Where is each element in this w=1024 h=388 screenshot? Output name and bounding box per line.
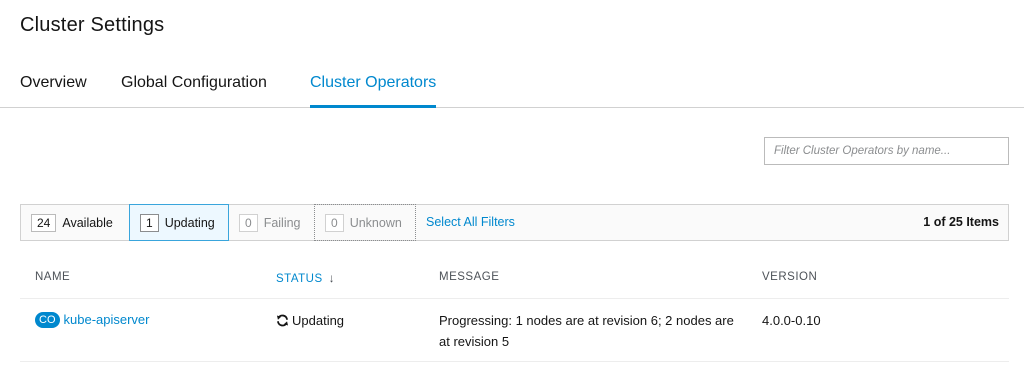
failing-label: Failing	[263, 215, 301, 230]
filter-chip-available[interactable]: 24 Available	[21, 204, 123, 241]
header-divider	[20, 298, 1009, 299]
version-cell: 4.0.0-0.10	[762, 313, 821, 328]
column-header-name[interactable]: NAME	[35, 271, 70, 283]
items-count: 1 of 25 Items	[923, 215, 999, 229]
failing-count: 0	[239, 213, 258, 232]
sort-down-arrow-icon: ↓	[328, 271, 336, 285]
tab-overview[interactable]: Overview	[20, 74, 87, 108]
sync-icon	[276, 314, 289, 330]
status-text: Updating	[292, 313, 345, 328]
page-title: Cluster Settings	[20, 14, 165, 36]
tab-cluster-operators[interactable]: Cluster Operators	[310, 74, 437, 108]
co-badge: CO	[35, 311, 60, 328]
filter-chip-unknown[interactable]: 0 Unknown	[314, 204, 416, 241]
tab-bar: Overview Global Configuration Cluster Op…	[0, 64, 1024, 108]
available-count: 24	[31, 213, 57, 232]
select-all-filters-link[interactable]: Select All Filters	[426, 215, 515, 229]
message-cell: Progressing: 1 nodes are at revision 6; …	[439, 313, 734, 349]
column-header-message[interactable]: MESSAGE	[439, 271, 499, 283]
tab-global-configuration[interactable]: Global Configuration	[121, 74, 267, 108]
status-cell: Updating	[276, 313, 344, 330]
column-header-status-label: STATUS	[276, 273, 323, 285]
filter-chip-updating[interactable]: 1 Updating	[129, 204, 229, 241]
unknown-label: Unknown	[349, 215, 402, 230]
filter-cluster-operators-input[interactable]	[764, 137, 1009, 165]
filter-chip-failing[interactable]: 0 Failing	[229, 204, 314, 241]
row-divider	[20, 361, 1009, 362]
available-label: Available	[62, 215, 113, 230]
unknown-count: 0	[325, 213, 344, 232]
updating-count: 1	[140, 213, 159, 232]
status-filter-bar: 24 Available 1 Updating 0 Failing 0 Unkn…	[20, 204, 1009, 241]
column-header-version[interactable]: VERSION	[762, 271, 817, 283]
updating-label: Updating	[164, 215, 215, 230]
operator-name-cell: CO kube-apiserver	[35, 311, 150, 328]
operator-name-link[interactable]: kube-apiserver	[64, 312, 150, 327]
column-header-status[interactable]: STATUS ↓	[276, 271, 335, 285]
